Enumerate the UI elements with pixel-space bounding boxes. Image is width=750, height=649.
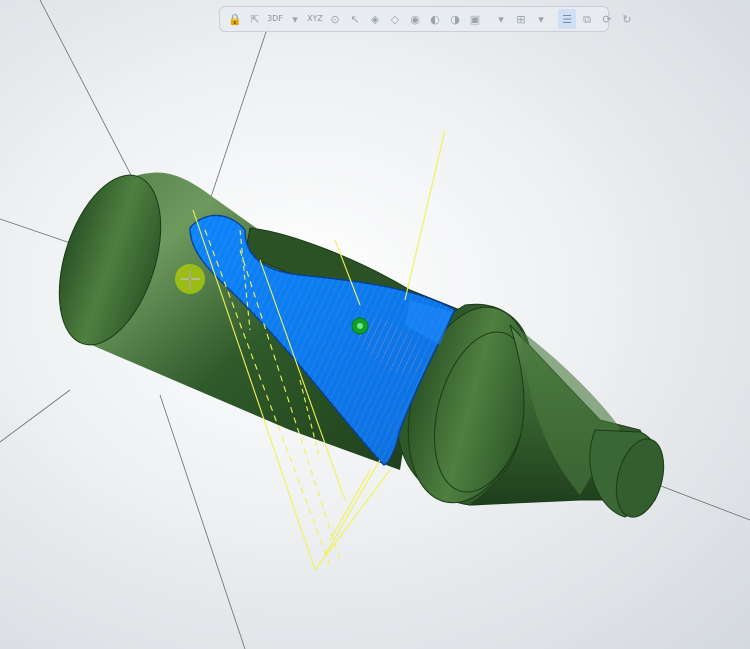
window-icon[interactable]: ⧉ (578, 9, 596, 29)
view3-icon[interactable]: ◉ (406, 9, 424, 29)
caret3-icon[interactable]: ▾ (532, 9, 550, 29)
tool-axis-marker[interactable] (351, 317, 369, 335)
orbit-icon[interactable]: ⟳ (598, 9, 616, 29)
xyz-icon[interactable]: XYZ (306, 9, 324, 29)
caret2-icon[interactable]: ▾ (492, 9, 510, 29)
grid-icon[interactable]: ⊞ (512, 9, 530, 29)
snap-icon[interactable]: ⊙ (326, 9, 344, 29)
rotate-icon[interactable]: ↻ (618, 9, 636, 29)
layers-icon[interactable]: ☰ (558, 9, 576, 29)
select-cursor-icon[interactable]: ⇱ (246, 9, 264, 29)
view4-icon[interactable]: ◐ (426, 9, 444, 29)
view5-icon[interactable]: ◑ (446, 9, 464, 29)
start-point-marker[interactable] (175, 264, 205, 294)
cursor2-icon[interactable]: ↖ (346, 9, 364, 29)
filter-label-icon[interactable]: 3DF (266, 9, 284, 29)
lock-icon[interactable]: 🔒 (226, 9, 244, 29)
cad-viewport[interactable] (0, 0, 750, 649)
view-toolbar[interactable]: 🔒 ⇱ 3DF ▾ XYZ ⊙ ↖ ◈ ◇ ◉ ◐ ◑ ▣ ▾ ⊞ ▾ ☰ ⧉ ⟳ ↻ (219, 6, 632, 32)
view1-icon[interactable]: ◈ (366, 9, 384, 29)
caret1-icon[interactable]: ▾ (286, 9, 304, 29)
view6-icon[interactable]: ▣ (466, 9, 484, 29)
view2-icon[interactable]: ◇ (386, 9, 404, 29)
